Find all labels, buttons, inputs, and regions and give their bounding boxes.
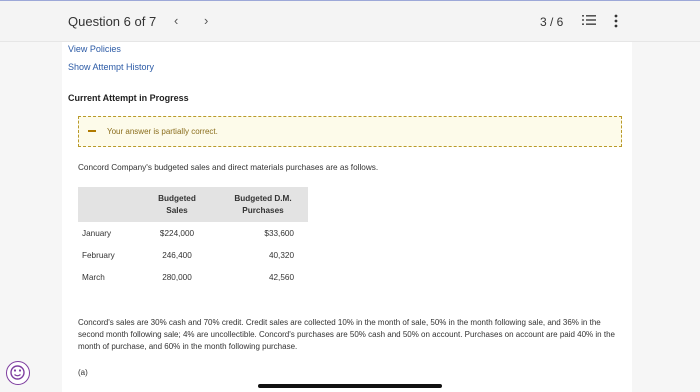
view-policies-link[interactable]: View Policies xyxy=(68,44,121,54)
header-sales-line2: Sales xyxy=(166,205,188,215)
header-dm-line2: Purchases xyxy=(242,205,284,215)
purchases-cell: 42,560 xyxy=(268,272,294,282)
notice-text: Your answer is partially correct. xyxy=(107,127,218,136)
right-margin xyxy=(632,42,700,392)
table-row: January $224,000 $33,600 xyxy=(78,222,308,244)
month-cell: March xyxy=(82,272,105,282)
attempt-history-link[interactable]: Show Attempt History xyxy=(68,62,154,72)
sales-cell: $224,000 xyxy=(159,228,195,238)
header-budgeted-sales: Budgeted Sales xyxy=(136,187,218,222)
partial-correct-notice: Your answer is partially correct. xyxy=(78,116,622,147)
top-bar: Question 6 of 7 ‹ › 3 / 6 xyxy=(0,0,700,42)
home-indicator xyxy=(258,384,442,388)
left-margin xyxy=(0,42,62,392)
table-row: March 280,000 42,560 xyxy=(78,266,308,288)
list-icon[interactable] xyxy=(582,14,596,26)
attempt-title: Current Attempt in Progress xyxy=(68,93,189,103)
intro-text: Concord Company's budgeted sales and dir… xyxy=(78,163,379,172)
month-cell: January xyxy=(82,228,112,238)
table-row: February 246,400 40,320 xyxy=(78,244,308,266)
accessibility-glyph-icon xyxy=(10,365,25,380)
purchases-cell: 40,320 xyxy=(268,250,294,260)
header-budgeted-dm: Budgeted D.M. Purchases xyxy=(218,187,308,222)
problem-paragraph: Concord's sales are 30% cash and 70% cre… xyxy=(78,318,615,351)
more-vertical-icon[interactable] xyxy=(613,14,619,28)
header-dm-line1: Budgeted D.M. xyxy=(234,193,292,203)
header-month xyxy=(78,187,136,222)
budget-table: Budgeted Sales Budgeted D.M. Purchases J… xyxy=(78,187,308,288)
accessibility-icon[interactable] xyxy=(6,361,30,385)
purchases-cell: $33,600 xyxy=(264,228,294,238)
chevron-right-icon[interactable]: › xyxy=(204,13,208,28)
minus-icon xyxy=(88,130,96,132)
sales-cell: 246,400 xyxy=(162,250,192,260)
page-counter: 3 / 6 xyxy=(540,15,564,29)
part-a-label: (a) xyxy=(78,368,88,377)
chevron-left-icon[interactable]: ‹ xyxy=(174,13,178,28)
question-label: Question 6 of 7 xyxy=(68,14,157,29)
month-cell: February xyxy=(82,250,115,260)
sales-cell: 280,000 xyxy=(162,272,192,282)
table-header-row: Budgeted Sales Budgeted D.M. Purchases xyxy=(78,187,308,222)
header-sales-line1: Budgeted xyxy=(158,193,196,203)
